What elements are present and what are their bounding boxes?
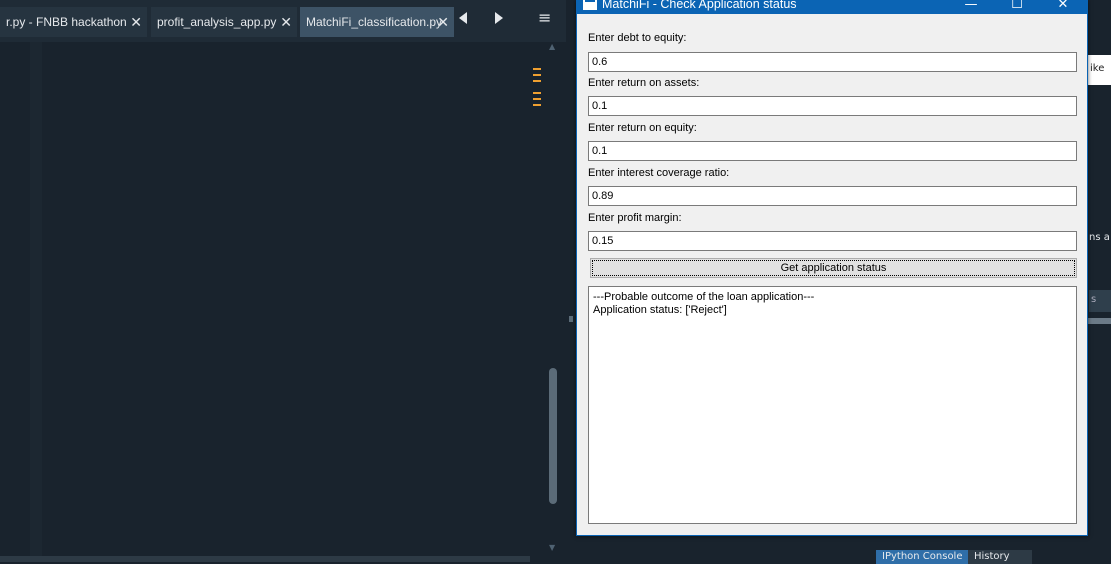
app-window-icon — [583, 0, 597, 10]
dialog-body: Enter debt to equity: 0.6 Enter return o… — [576, 14, 1088, 536]
pane-splitter[interactable] — [566, 0, 576, 562]
close-window-icon[interactable]: ✕ — [1040, 0, 1086, 14]
scroll-down-icon[interactable]: ▼ — [549, 543, 555, 552]
line-number-gutter — [0, 42, 30, 562]
return-on-assets-input[interactable]: 0.1 — [588, 96, 1077, 116]
background-toolbar: ike — [1088, 55, 1111, 85]
tab-label: profit_analysis_app.py — [157, 15, 277, 29]
code-editor-pane: r.py - FNBB hackathon ✕ profit_analysis_… — [0, 0, 566, 562]
dialog-titlebar[interactable]: MatchiFi - Check Application status — ☐ … — [576, 0, 1088, 14]
tab-label: r.py - FNBB hackathon — [6, 15, 127, 29]
background-text: ike — [1090, 63, 1105, 74]
maximize-icon[interactable]: ☐ — [994, 0, 1040, 14]
fold-gutter — [30, 42, 42, 562]
scrollbar-thumb[interactable] — [549, 368, 557, 504]
tab-fnbb-hackathon[interactable]: r.py - FNBB hackathon ✕ — [0, 7, 147, 37]
background-text: s — [1091, 294, 1097, 305]
code-lines[interactable] — [45, 42, 532, 552]
result-line: ---Probable outcome of the loan applicat… — [593, 291, 815, 303]
warning-marker[interactable] — [533, 92, 541, 94]
profit-margin-label: Enter profit margin: — [588, 212, 682, 224]
editor-tab-bar: r.py - FNBB hackathon ✕ profit_analysis_… — [0, 0, 566, 42]
scroll-tabs-right-icon[interactable] — [495, 12, 503, 24]
warning-marker[interactable] — [533, 80, 541, 82]
dialog-title: MatchiFi - Check Application status — [602, 0, 797, 11]
splitter-handle[interactable] — [569, 316, 573, 322]
profit-margin-input[interactable]: 0.15 — [588, 231, 1077, 251]
return-on-assets-label: Enter return on assets: — [588, 77, 700, 89]
interest-coverage-label: Enter interest coverage ratio: — [588, 167, 730, 179]
return-on-equity-label: Enter return on equity: — [588, 122, 697, 134]
warning-marker[interactable] — [533, 98, 541, 100]
get-application-status-button[interactable]: Get application status — [590, 258, 1077, 278]
return-on-equity-input[interactable]: 0.1 — [588, 141, 1077, 161]
editor-horizontal-scrollbar[interactable] — [0, 556, 530, 562]
interest-coverage-input[interactable]: 0.89 — [588, 186, 1077, 206]
background-divider — [1088, 318, 1111, 324]
close-icon[interactable]: ✕ — [130, 7, 142, 37]
tab-profit-analysis-app[interactable]: profit_analysis_app.py ✕ — [151, 7, 297, 37]
minimize-icon[interactable]: — — [948, 0, 994, 14]
debt-to-equity-input[interactable]: 0.6 — [588, 52, 1077, 72]
hamburger-menu-icon[interactable]: ≡ — [538, 8, 551, 27]
warning-marker[interactable] — [533, 68, 541, 70]
background-text: ns a — [1089, 232, 1110, 243]
warning-marker[interactable] — [533, 74, 541, 76]
close-icon[interactable]: ✕ — [437, 7, 449, 37]
scroll-tabs-left-icon[interactable] — [459, 12, 467, 24]
warning-marker[interactable] — [533, 104, 541, 106]
debt-to-equity-label: Enter debt to equity: — [588, 32, 687, 44]
result-line: Application status: ['Reject'] — [593, 304, 727, 316]
background-box: s — [1089, 290, 1111, 312]
background-pane: ike ns a s — [1088, 0, 1111, 562]
tab-label: MatchiFi_classification.py — [306, 15, 443, 29]
scroll-up-icon[interactable]: ▲ — [549, 42, 555, 51]
close-icon[interactable]: ✕ — [280, 7, 292, 37]
tab-matchifi-classification[interactable]: MatchiFi_classification.py ✕ — [300, 7, 454, 37]
check-application-dialog: MatchiFi - Check Application status — ☐ … — [576, 0, 1088, 536]
result-display[interactable]: ---Probable outcome of the loan applicat… — [588, 286, 1077, 524]
editor-vertical-scrollbar[interactable]: ▲ ▼ — [547, 42, 559, 552]
